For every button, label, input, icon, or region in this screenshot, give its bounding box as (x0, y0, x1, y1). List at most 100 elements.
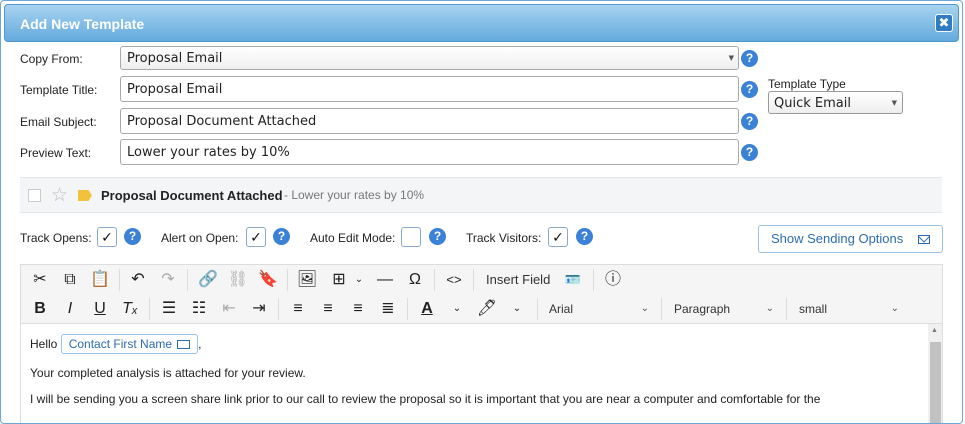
font-size-value: small (799, 302, 828, 316)
track-visitors-help-icon[interactable]: ? (576, 228, 593, 245)
template-title-help-icon[interactable]: ? (741, 81, 758, 98)
horizontal-rule-icon[interactable]: — (373, 268, 397, 291)
merge-field-contact-first-name[interactable]: Contact First Name (60, 334, 199, 354)
template-title-label: Template Title: (20, 83, 98, 97)
highlight-color-icon[interactable]: 🖊 (475, 297, 499, 320)
clear-formatting-icon[interactable]: Tₓ (118, 297, 142, 320)
chevron-down-icon: ⌄ (890, 303, 899, 314)
toolbar-divider (593, 269, 594, 291)
track-opens-label: Track Opens: (20, 231, 92, 245)
email-subject-help-icon[interactable]: ? (741, 113, 758, 130)
copy-from-label: Copy From: (20, 52, 83, 66)
text-color-icon[interactable]: A (415, 297, 439, 320)
chevron-down-icon[interactable]: ⌄ (505, 297, 529, 320)
template-type-select[interactable]: Quick Email (768, 91, 903, 114)
paste-icon[interactable]: 📋 (88, 268, 112, 291)
block-format-select[interactable]: Paragraph ⌄ (674, 298, 774, 320)
preview-text-help-icon[interactable]: ? (741, 144, 758, 161)
toolbar-divider (287, 269, 288, 291)
close-button[interactable]: ✖ (935, 14, 953, 32)
body-paragraph: I will be sending you a screen share lin… (30, 392, 821, 406)
toolbar-divider (473, 269, 474, 291)
insert-field-button[interactable]: Insert Field (486, 272, 550, 287)
toolbar-divider (187, 269, 188, 291)
align-justify-icon[interactable]: ≣ (376, 297, 400, 320)
greeting-line: Hello Contact First Name, (30, 334, 919, 354)
preview-subject: Proposal Document Attached (101, 188, 283, 203)
chevron-down-icon[interactable]: ⌄ (347, 268, 371, 291)
copy-from-select[interactable]: Proposal Email (120, 46, 739, 70)
preview-snippet: - Lower your rates by 10% (284, 188, 425, 202)
show-sending-options-button[interactable]: Show Sending Options (758, 225, 943, 253)
image-icon[interactable]: 🖼 (295, 268, 319, 291)
template-title-input[interactable]: Proposal Email (120, 76, 739, 102)
track-visitors-label: Track Visitors: (466, 231, 542, 245)
help-circle-icon[interactable]: ⓘ (601, 268, 625, 291)
numbered-list-icon[interactable]: ☰ (157, 297, 181, 320)
chevron-down-icon: ⌄ (640, 303, 649, 314)
alert-on-open-checkbox[interactable]: ✓ (246, 227, 266, 247)
underline-icon[interactable]: U (88, 297, 112, 320)
track-opens-help-icon[interactable]: ? (124, 228, 141, 245)
star-icon: ☆ (51, 185, 69, 206)
redo-icon[interactable]: ↷ (156, 268, 180, 291)
preview-checkbox (28, 189, 41, 202)
track-visitors-checkbox[interactable]: ✓ (548, 227, 568, 247)
contact-card-icon (177, 340, 191, 349)
source-code-icon[interactable]: <> (442, 268, 466, 291)
preview-text-input[interactable]: Lower your rates by 10% (120, 139, 739, 165)
inbox-preview-bar: ☆ Proposal Document Attached - Lower you… (20, 177, 942, 213)
toolbar-divider (407, 298, 408, 320)
italic-icon[interactable]: I (58, 297, 82, 320)
toolbar-divider (149, 298, 150, 320)
outdent-icon[interactable]: ⇤ (217, 297, 241, 320)
alert-on-open-label: Alert on Open: (161, 231, 239, 245)
alert-on-open-help-icon[interactable]: ? (273, 228, 290, 245)
block-format-value: Paragraph (674, 302, 731, 316)
toolbar-divider (119, 269, 120, 291)
track-opens-checkbox[interactable]: ✓ (97, 227, 117, 247)
auto-edit-mode-checkbox[interactable] (401, 227, 421, 247)
bullet-list-icon[interactable]: ☷ (187, 297, 211, 320)
copy-icon[interactable]: ⧉ (58, 268, 82, 291)
template-type-label: Template Type (768, 77, 846, 91)
show-sending-options-label: Show Sending Options (771, 231, 904, 246)
dialog-title: Add New Template (20, 16, 145, 32)
bold-icon[interactable]: B (28, 297, 52, 320)
align-right-icon[interactable]: ≡ (346, 297, 370, 320)
preview-text-label: Preview Text: (20, 146, 92, 160)
editor-toolbar-row-1: ✂ ⧉ 📋 ↶ ↷ 🔗 ⛓ 🔖 🖼 ⊞ ⌄ — Ω <> Insert Fiel… (21, 265, 942, 294)
align-center-icon[interactable]: ≡ (316, 297, 340, 320)
auto-edit-mode-help-icon[interactable]: ? (429, 228, 446, 245)
indent-icon[interactable]: ⇥ (247, 297, 271, 320)
contact-card-icon[interactable]: 🪪 (561, 268, 585, 291)
copy-from-help-icon[interactable]: ? (741, 50, 758, 67)
dialog-title-bar[interactable]: Add New Template ✖ (4, 4, 959, 42)
align-left-icon[interactable]: ≡ (286, 297, 310, 320)
undo-icon[interactable]: ↶ (126, 268, 150, 291)
link-icon[interactable]: 🔗 (196, 268, 220, 291)
font-family-value: Arial (549, 302, 574, 316)
toolbar-divider (278, 298, 279, 320)
toolbar-divider (661, 298, 662, 320)
email-subject-input[interactable]: Proposal Document Attached (120, 108, 739, 134)
scroll-up-icon[interactable]: ▲ (931, 327, 938, 334)
chevron-down-icon: ⌄ (765, 303, 774, 314)
bookmark-icon[interactable]: 🔖 (256, 268, 280, 291)
rich-text-editor: ✂ ⧉ 📋 ↶ ↷ 🔗 ⛓ 🔖 🖼 ⊞ ⌄ — Ω <> Insert Fiel… (20, 264, 943, 423)
body-paragraph: Your completed analysis is attached for … (30, 366, 306, 380)
editor-scrollbar[interactable]: ▲ (928, 324, 942, 423)
merge-field-label: Contact First Name (68, 337, 173, 351)
scrollbar-thumb[interactable] (930, 342, 941, 423)
font-family-select[interactable]: Arial ⌄ (549, 298, 649, 320)
font-size-select[interactable]: small ⌄ (799, 298, 899, 320)
unlink-icon[interactable]: ⛓ (226, 268, 250, 291)
special-character-icon[interactable]: Ω (403, 268, 427, 291)
editor-content[interactable]: Hello Contact First Name, Your completed… (21, 324, 928, 423)
toolbar-divider (786, 298, 787, 320)
auto-edit-mode-label: Auto Edit Mode: (310, 231, 396, 245)
chevron-down-icon[interactable]: ⌄ (445, 297, 469, 320)
greeting-end: , (198, 337, 202, 351)
toolbar-divider (434, 269, 435, 291)
cut-icon[interactable]: ✂ (28, 268, 52, 291)
